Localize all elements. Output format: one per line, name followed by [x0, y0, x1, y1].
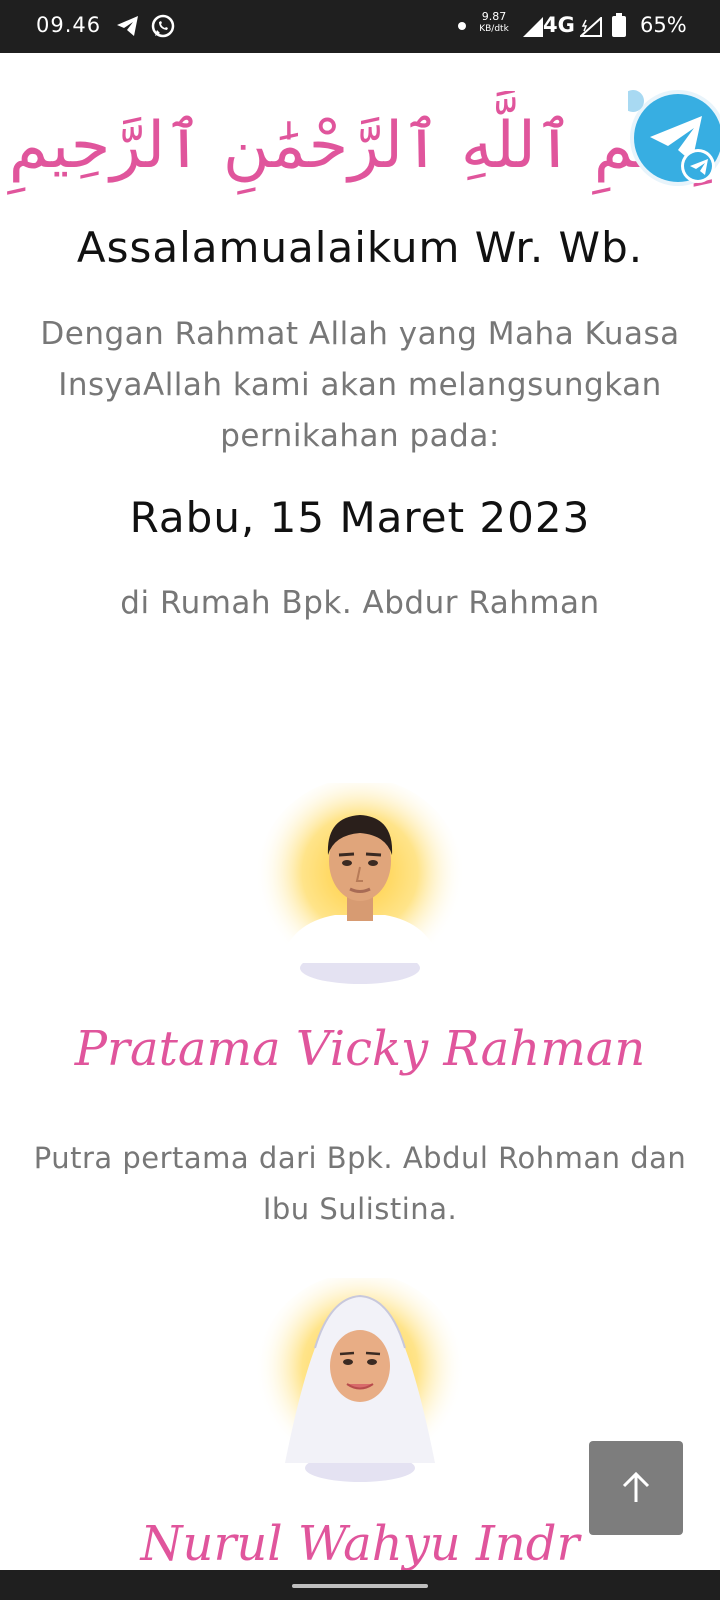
telegram-icon — [117, 16, 138, 36]
intro-line: Dengan Rahmat Allah yang Maha Kuasa — [40, 316, 680, 352]
status-bar: 09.46 9.87 KB/dtk 4G 65% — [0, 0, 720, 53]
intro-line: pernikahan pada: — [220, 418, 500, 454]
bride-portrait — [255, 1278, 465, 1483]
speed-unit: KB/dtk — [479, 24, 509, 34]
groom-portrait — [255, 783, 465, 988]
home-gesture-handle[interactable] — [292, 1584, 428, 1588]
telegram-float-icon[interactable] — [628, 88, 720, 188]
groom-name: Pratama Vicky Rahman — [74, 1021, 646, 1077]
status-time: 09.46 — [36, 13, 102, 37]
signal-secondary-icon — [580, 17, 602, 37]
scroll-to-top-button[interactable] — [589, 1441, 683, 1535]
intro-text: Dengan Rahmat Allah yang Maha Kuasa Insy… — [30, 309, 690, 462]
whatsapp-icon — [151, 14, 175, 38]
bismillah-heading: بِسْمِ ٱللَّهِ ٱلرَّحْمَٰنِ ٱلرَّحِيمِ — [8, 109, 712, 183]
groom-desc-line: Putra pertama dari Bpk. Abdul Rohman dan — [33, 1141, 687, 1175]
network-speed: 9.87 KB/dtk — [474, 11, 514, 35]
battery-percent: 65% — [640, 13, 687, 37]
intro-line: InsyaAllah kami akan melangsungkan — [58, 367, 662, 403]
network-type: 4G — [543, 13, 575, 37]
groom-desc-line: Ibu Sulistina. — [262, 1192, 458, 1226]
groom-description: Putra pertama dari Bpk. Abdul Rohman dan… — [30, 1133, 690, 1235]
battery-icon — [612, 13, 626, 37]
speed-value: 9.87 — [481, 10, 507, 23]
wedding-venue: di Rumah Bpk. Abdur Rahman — [120, 585, 600, 621]
wedding-date: Rabu, 15 Maret 2023 — [129, 493, 591, 542]
invitation-page: بِسْمِ ٱللَّهِ ٱلرَّحْمَٰنِ ٱلرَّحِيمِ A… — [0, 53, 720, 1570]
notification-dot — [458, 22, 466, 30]
signal-icon — [523, 17, 543, 37]
navigation-bar — [0, 1570, 720, 1600]
greeting: Assalamualaikum Wr. Wb. — [76, 223, 644, 272]
arrow-up-icon — [622, 1471, 650, 1502]
